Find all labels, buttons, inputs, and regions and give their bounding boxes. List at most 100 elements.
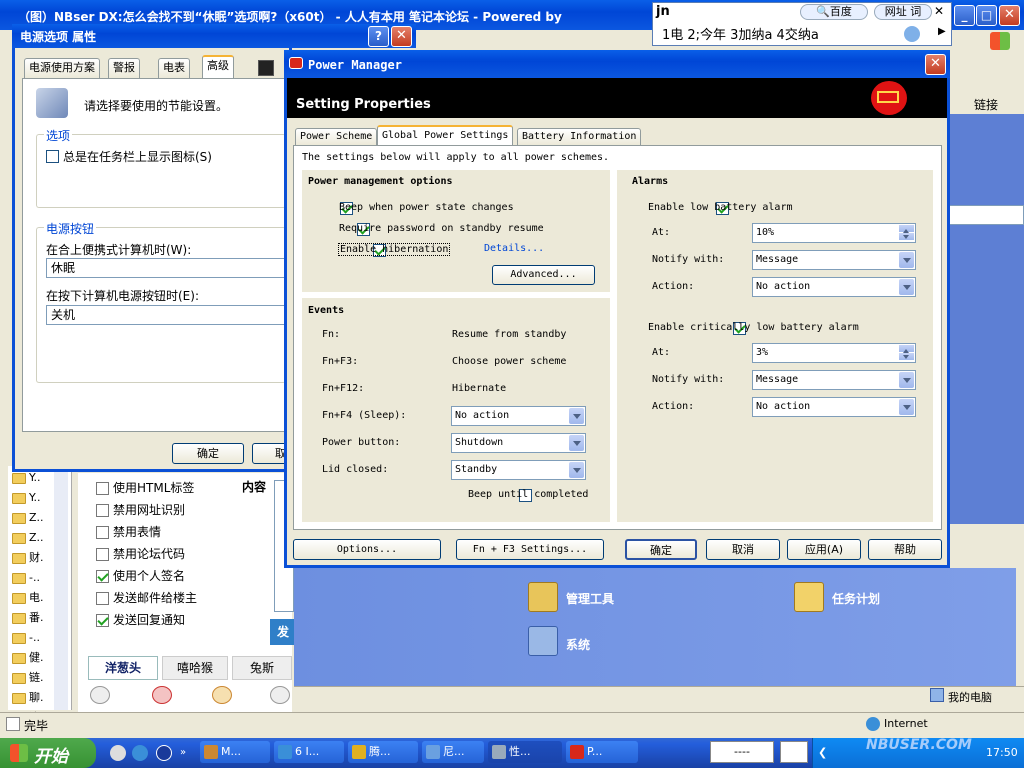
forum-option[interactable]: 禁用网址识别 — [96, 500, 236, 522]
taskbar-item[interactable]: 性... — [488, 741, 562, 763]
fnf3-settings-button[interactable]: Fn + F3 Settings... — [456, 539, 604, 560]
links-label[interactable]: 链接 — [974, 96, 998, 113]
crit-notify-select[interactable]: Message — [752, 370, 916, 390]
forum-option-checkbox[interactable] — [96, 504, 109, 517]
power-options-close-button[interactable]: ✕ — [391, 26, 412, 47]
spinner-icon[interactable] — [899, 225, 914, 241]
folder-item[interactable]: Y.. — [12, 488, 56, 508]
folder-item[interactable]: 番. — [12, 608, 56, 628]
clock[interactable]: 17:50 — [986, 746, 1018, 759]
system-label[interactable]: 系统 — [566, 636, 590, 653]
folder-item[interactable]: 电. — [12, 588, 56, 608]
folder-item[interactable]: Z.. — [12, 528, 56, 548]
taskbar-item[interactable]: 腾... — [348, 741, 418, 763]
quicklaunch-media-icon[interactable] — [110, 745, 126, 761]
folder-item[interactable]: 链. — [12, 668, 56, 688]
scheduled-tasks-label[interactable]: 任务计划 — [832, 590, 880, 607]
tab-power-meter[interactable]: 电表 — [158, 58, 190, 78]
ime-next-icon[interactable]: ▶ — [938, 26, 946, 37]
taskbar-item[interactable]: P... — [566, 741, 638, 763]
emoticon-face-icon[interactable] — [212, 686, 232, 704]
chevron-down-icon[interactable] — [899, 279, 914, 295]
wangzhi-button[interactable]: 网址 词 — [874, 4, 932, 20]
tab-power-scheme[interactable]: Power Scheme — [295, 128, 378, 145]
power-button-select[interactable]: 关机 — [46, 305, 286, 325]
forum-option-checkbox[interactable] — [96, 548, 109, 561]
quicklaunch-app-icon[interactable] — [156, 745, 172, 761]
quicklaunch-more-icon[interactable]: » — [180, 747, 186, 758]
ime-candidates[interactable]: 1电 2;今年 3加纳a 4交纳a — [662, 24, 819, 43]
admin-tools-icon[interactable] — [528, 582, 558, 612]
taskbar-item[interactable]: 6 I... — [274, 741, 344, 763]
send-button[interactable]: 发 — [270, 619, 296, 645]
chevron-down-icon[interactable] — [569, 462, 584, 478]
advanced-button[interactable]: Advanced... — [492, 265, 595, 285]
address-dropdown[interactable] — [946, 205, 1024, 225]
forum-option-checkbox[interactable] — [96, 592, 109, 605]
require-password-label[interactable]: Require password on standby resume — [339, 223, 544, 234]
crit-at-spinner[interactable]: 3% — [752, 343, 916, 363]
forum-option[interactable]: 禁用论坛代码 — [96, 544, 236, 566]
folder-item[interactable]: -.. — [12, 628, 56, 648]
forum-option[interactable]: 禁用表情 — [96, 522, 236, 544]
tab-battery-information[interactable]: Battery Information — [517, 128, 642, 145]
tab-power-schemes[interactable]: 电源使用方案 — [24, 58, 100, 78]
crit-action-select[interactable]: No action — [752, 397, 916, 417]
pm-ok-button[interactable]: 确定 — [625, 539, 697, 560]
start-label[interactable]: 开始 — [34, 742, 68, 767]
folder-item[interactable]: 健. — [12, 648, 56, 668]
pm-help-button[interactable]: 帮助 — [868, 539, 942, 560]
sidebar-scrollbar[interactable] — [54, 466, 68, 710]
folder-item[interactable]: -.. — [12, 568, 56, 588]
folder-item[interactable]: Z.. — [12, 508, 56, 528]
ime-close-icon[interactable]: ✕ — [934, 4, 944, 18]
chevron-down-icon[interactable] — [899, 372, 914, 388]
tab-scroll-icon[interactable] — [258, 60, 274, 76]
tray-ime-box[interactable]: ---- — [710, 741, 774, 763]
taskbar-item[interactable]: 尼... — [422, 741, 484, 763]
power-options-cancel-button[interactable]: 取 — [252, 443, 288, 464]
power-manager-close-button[interactable]: ✕ — [925, 54, 946, 75]
folder-item[interactable]: 财. — [12, 548, 56, 568]
power-options-help-button[interactable]: ? — [368, 26, 389, 47]
browser-close-button[interactable]: ✕ — [999, 5, 1020, 26]
forum-option-checkbox[interactable] — [96, 526, 109, 539]
show-icon-checkbox[interactable] — [46, 150, 59, 163]
emoticon-tab-3[interactable]: 兔斯 — [232, 656, 292, 680]
tray-expand-icon[interactable]: ❮ — [818, 746, 827, 759]
scheduled-tasks-icon[interactable] — [794, 582, 824, 612]
enable-hibernation-label[interactable]: Enable hibernation — [338, 243, 451, 256]
browser-minimize-button[interactable]: _ — [954, 5, 975, 26]
beep-until-label[interactable]: Beep until completed — [468, 489, 588, 500]
fnf4-select[interactable]: No action — [451, 406, 586, 426]
emoticon-face-icon[interactable] — [152, 686, 172, 704]
tab-global-power-settings[interactable]: Global Power Settings — [377, 125, 514, 145]
chevron-down-icon[interactable] — [569, 435, 584, 451]
emoticon-tab-1[interactable]: 洋葱头 — [88, 656, 158, 680]
tab-alarms[interactable]: 警报 — [108, 58, 140, 78]
chevron-down-icon[interactable] — [899, 399, 914, 415]
pm-apply-button[interactable]: 应用(A) — [787, 539, 861, 560]
lid-close-select[interactable]: 休眠 — [46, 258, 286, 278]
show-icon-label[interactable]: 总是在任务栏上显示图标(S) — [63, 148, 212, 165]
tab-advanced[interactable]: 高级 — [202, 55, 234, 78]
admin-tools-label[interactable]: 管理工具 — [566, 590, 614, 607]
low-notify-select[interactable]: Message — [752, 250, 916, 270]
baidu-search-button[interactable]: 🔍百度 — [800, 4, 868, 20]
low-action-select[interactable]: No action — [752, 277, 916, 297]
forum-option[interactable]: 使用HTML标签 — [96, 478, 236, 500]
tray-plug-icon[interactable] — [780, 741, 808, 763]
critical-alarm-label[interactable]: Enable critically low battery alarm — [648, 322, 859, 333]
power-options-ok-button[interactable]: 确定 — [172, 443, 244, 464]
forum-option-checkbox[interactable] — [96, 570, 109, 583]
low-alarm-label[interactable]: Enable low battery alarm — [648, 202, 793, 213]
low-at-spinner[interactable]: 10% — [752, 223, 916, 243]
lid-closed-select[interactable]: Standby — [451, 460, 586, 480]
folder-item[interactable]: 聊. — [12, 688, 56, 708]
system-icon[interactable] — [528, 626, 558, 656]
forum-option-checkbox[interactable] — [96, 482, 109, 495]
forum-option[interactable]: 发送回复通知 — [96, 610, 236, 632]
emoticon-face-icon[interactable] — [90, 686, 110, 704]
forum-option-checkbox[interactable] — [96, 614, 109, 627]
ime-page-icon[interactable] — [904, 26, 920, 42]
